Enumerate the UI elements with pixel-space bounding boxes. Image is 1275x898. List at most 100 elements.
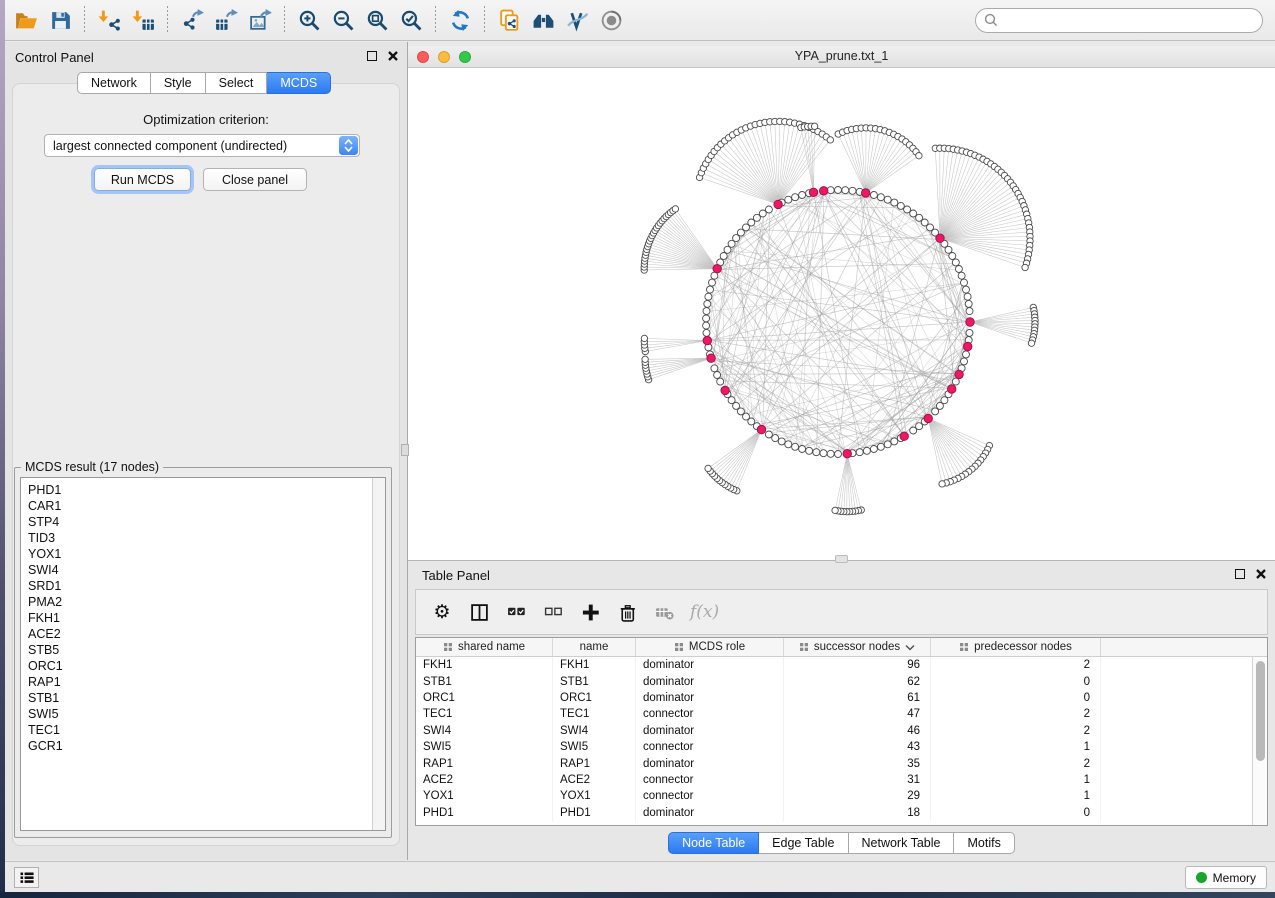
table-cell[interactable]: YOX1 — [416, 788, 553, 804]
table-cell[interactable]: 46 — [784, 723, 931, 739]
table-cell[interactable]: ORC1 — [416, 690, 553, 706]
table-cell[interactable]: SWI5 — [553, 739, 636, 755]
eye-button[interactable] — [596, 5, 626, 35]
table-scrollbar-thumb[interactable] — [1256, 661, 1265, 761]
tab-node-table[interactable]: Node Table — [668, 832, 759, 854]
table-cell[interactable]: 35 — [784, 755, 931, 771]
tab-edge-table[interactable]: Edge Table — [759, 832, 848, 854]
memory-button[interactable]: Memory — [1185, 866, 1267, 889]
table-cell[interactable]: STB1 — [416, 673, 553, 689]
add-row-button[interactable] — [579, 602, 601, 622]
table-row[interactable]: ACE2ACE2connector311 — [416, 772, 1267, 788]
table-cell[interactable]: dominator — [636, 690, 784, 706]
zoom-selected-button[interactable] — [396, 5, 426, 35]
clone-network-button[interactable] — [494, 5, 524, 35]
table-cell[interactable]: 0 — [931, 690, 1101, 706]
mcds-result-item[interactable]: SWI5 — [28, 706, 372, 722]
table-cell[interactable]: 31 — [784, 772, 931, 788]
table-cell[interactable]: 61 — [784, 690, 931, 706]
table-cell[interactable]: dominator — [636, 673, 784, 689]
table-row[interactable]: SWI5SWI5connector431 — [416, 739, 1267, 755]
mcds-result-item[interactable]: STB1 — [28, 690, 372, 706]
table-cell[interactable]: connector — [636, 772, 784, 788]
table-cell[interactable]: dominator — [636, 723, 784, 739]
table-scrollbar[interactable] — [1252, 657, 1267, 825]
mcds-result-item[interactable]: CAR1 — [28, 498, 372, 514]
table-cell[interactable]: ORC1 — [553, 690, 636, 706]
table-cell[interactable]: TEC1 — [416, 706, 553, 722]
table-cell[interactable]: SWI4 — [553, 723, 636, 739]
table-row[interactable]: YOX1YOX1connector291 — [416, 788, 1267, 804]
refresh-button[interactable] — [445, 5, 475, 35]
table-cell[interactable]: 43 — [784, 739, 931, 755]
table-row[interactable]: RAP1RAP1dominator352 — [416, 755, 1267, 771]
deselect-all-button[interactable] — [542, 602, 564, 622]
float-panel-icon[interactable] — [367, 51, 377, 61]
table-cell[interactable]: connector — [636, 706, 784, 722]
select-all-button[interactable] — [505, 602, 527, 622]
table-row[interactable]: ORC1ORC1dominator610 — [416, 690, 1267, 706]
delete-row-button[interactable] — [616, 602, 638, 622]
mcds-result-item[interactable]: TID3 — [28, 530, 372, 546]
table-cell[interactable]: 29 — [784, 788, 931, 804]
table-cell[interactable]: 0 — [931, 673, 1101, 689]
table-cell[interactable]: dominator — [636, 657, 784, 673]
column-header-MCDS-role[interactable]: MCDS role — [636, 638, 784, 656]
float-table-panel-icon[interactable] — [1235, 569, 1245, 579]
table-cell[interactable]: connector — [636, 739, 784, 755]
table-cell[interactable]: SWI5 — [416, 739, 553, 755]
minimize-window-icon[interactable] — [438, 51, 450, 63]
mcds-result-item[interactable]: SRD1 — [28, 578, 372, 594]
table-row[interactable]: TEC1TEC1connector472 — [416, 706, 1267, 722]
table-cell[interactable]: 18 — [784, 805, 931, 821]
table-cell[interactable]: FKH1 — [553, 657, 636, 673]
table-cell[interactable]: 96 — [784, 657, 931, 673]
table-cell[interactable]: TEC1 — [553, 706, 636, 722]
binoculars-button[interactable] — [528, 5, 558, 35]
close-table-panel-icon[interactable] — [1255, 568, 1267, 580]
table-cell[interactable]: STB1 — [553, 673, 636, 689]
mcds-result-item[interactable]: TEC1 — [28, 722, 372, 738]
table-row[interactable]: SWI4SWI4dominator462 — [416, 723, 1267, 739]
export-table-button[interactable] — [211, 5, 241, 35]
import-table-button[interactable] — [128, 5, 158, 35]
vertical-splitter-handle[interactable] — [401, 444, 409, 456]
mcds-result-item[interactable]: GCR1 — [28, 738, 372, 754]
tab-mcds[interactable]: MCDS — [267, 72, 331, 94]
mcds-result-item[interactable]: RAP1 — [28, 674, 372, 690]
search-input[interactable] — [1003, 13, 1254, 27]
zoom-in-button[interactable] — [294, 5, 324, 35]
table-cell[interactable]: 2 — [931, 723, 1101, 739]
mcds-result-item[interactable]: ORC1 — [28, 658, 372, 674]
tab-style[interactable]: Style — [151, 72, 206, 94]
table-cell[interactable]: ACE2 — [416, 772, 553, 788]
column-header-predecessor-nodes[interactable]: predecessor nodes — [931, 638, 1101, 656]
horizontal-splitter-handle[interactable] — [835, 555, 848, 563]
table-cell[interactable]: 2 — [931, 755, 1101, 771]
mcds-result-item[interactable]: STP4 — [28, 514, 372, 530]
mcds-result-item[interactable]: PMA2 — [28, 594, 372, 610]
import-network-button[interactable] — [94, 5, 124, 35]
maximize-window-icon[interactable] — [459, 51, 471, 63]
tab-network[interactable]: Network — [77, 72, 151, 94]
zoom-fit-button[interactable] — [362, 5, 392, 35]
column-header-name[interactable]: name — [553, 638, 636, 656]
mcds-result-item[interactable]: ACE2 — [28, 626, 372, 642]
criterion-dropdown[interactable]: largest connected component (undirected) — [44, 134, 360, 157]
table-cell[interactable]: PHD1 — [553, 805, 636, 821]
table-row[interactable]: PHD1PHD1dominator180 — [416, 805, 1267, 821]
table-row[interactable]: STB1STB1dominator620 — [416, 673, 1267, 689]
table-cell[interactable]: 2 — [931, 706, 1101, 722]
table-cell[interactable]: 1 — [931, 772, 1101, 788]
table-cell[interactable]: 2 — [931, 657, 1101, 673]
run-mcds-button[interactable]: Run MCDS — [94, 168, 191, 191]
save-button[interactable] — [45, 5, 75, 35]
table-row[interactable]: FKH1FKH1dominator962 — [416, 657, 1267, 673]
vizmapper-button[interactable] — [562, 5, 592, 35]
table-cell[interactable]: 47 — [784, 706, 931, 722]
show-panels-button[interactable] — [14, 867, 39, 888]
column-header-successor-nodes[interactable]: successor nodes — [784, 638, 931, 656]
column-header-shared-name[interactable]: shared name — [416, 638, 553, 656]
tab-network-table[interactable]: Network Table — [849, 832, 955, 854]
mcds-result-item[interactable]: STB5 — [28, 642, 372, 658]
